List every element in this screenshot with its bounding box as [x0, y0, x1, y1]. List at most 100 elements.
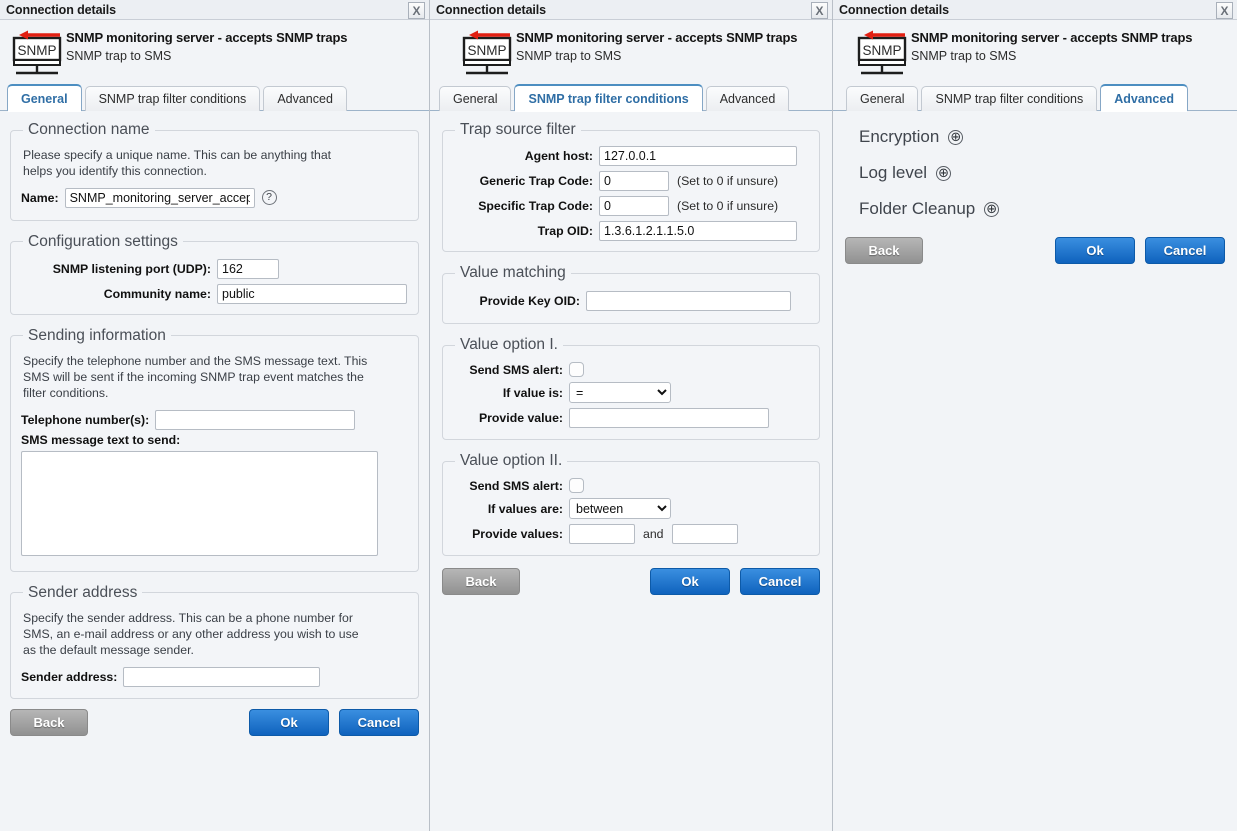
specific-trap-code-note: (Set to 0 if unsure) — [677, 199, 778, 213]
sms-message-label: SMS message text to send: — [21, 433, 180, 447]
folder-cleanup-label: Folder Cleanup — [859, 199, 975, 219]
agent-host-label: Agent host: — [453, 149, 593, 163]
advanced-tab-body: Encryption ⊕ Log level ⊕ Folder Cleanup … — [833, 111, 1237, 219]
close-icon[interactable]: X — [811, 2, 828, 19]
tab-advanced[interactable]: Advanced — [706, 86, 790, 111]
back-button[interactable]: Back — [442, 568, 520, 595]
snmp-port-input[interactable] — [217, 259, 279, 279]
ok-button[interactable]: Ok — [650, 568, 730, 595]
community-name-input[interactable] — [217, 284, 407, 304]
value-option-1-group: Value option I. Send SMS alert: If value… — [442, 336, 820, 440]
telephone-number-label: Telephone number(s): — [21, 413, 149, 427]
ok-button[interactable]: Ok — [249, 709, 329, 736]
tab-snmp-trap-filter-conditions[interactable]: SNMP trap filter conditions — [921, 86, 1097, 111]
generic-trap-code-note: (Set to 0 if unsure) — [677, 174, 778, 188]
titlebar: Connection details X — [0, 0, 429, 20]
ok-button[interactable]: Ok — [1055, 237, 1135, 264]
expand-plus-icon[interactable]: ⊕ — [936, 166, 951, 181]
connection-details-dialog-advanced: Connection details X SNMP SNMP monitorin… — [833, 0, 1237, 831]
agent-host-input[interactable] — [599, 146, 797, 166]
cancel-button[interactable]: Cancel — [1145, 237, 1225, 264]
sender-address-legend: Sender address — [23, 584, 142, 602]
community-name-label: Community name: — [21, 287, 211, 301]
tab-general[interactable]: General — [7, 84, 82, 111]
connection-name-description: Please specify a unique name. This can b… — [23, 147, 358, 180]
advanced-section-log-level[interactable]: Log level ⊕ — [859, 163, 1225, 183]
dialog-header: SNMP SNMP monitoring server - accepts SN… — [430, 20, 832, 78]
tab-advanced[interactable]: Advanced — [1100, 84, 1188, 111]
value-matching-group: Value matching Provide Key OID: — [442, 264, 820, 324]
tab-bar: General SNMP trap filter conditions Adva… — [430, 84, 832, 111]
cancel-button[interactable]: Cancel — [339, 709, 419, 736]
help-icon[interactable]: ? — [262, 190, 277, 205]
connection-details-dialog-general: Connection details X SNMP SNMP monitorin… — [0, 0, 430, 831]
tab-snmp-trap-filter-conditions[interactable]: SNMP trap filter conditions — [514, 84, 702, 111]
option2-condition-select[interactable]: between — [569, 498, 671, 519]
sender-address-label: Sender address: — [21, 670, 117, 684]
sending-information-description: Specify the telephone number and the SMS… — [23, 353, 371, 402]
connection-name-group: Connection name Please specify a unique … — [10, 121, 419, 221]
header-subtitle: SNMP trap to SMS — [516, 49, 797, 63]
svg-text:SNMP: SNMP — [862, 43, 901, 58]
general-tab-body: Connection name Please specify a unique … — [0, 111, 429, 699]
tab-general[interactable]: General — [439, 86, 511, 111]
generic-trap-code-input[interactable] — [599, 171, 669, 191]
filter-tab-body: Trap source filter Agent host: Generic T… — [430, 111, 832, 556]
name-input[interactable] — [65, 188, 255, 208]
svg-text:SNMP: SNMP — [17, 43, 56, 58]
snmp-port-label: SNMP listening port (UDP): — [21, 262, 211, 276]
option1-send-sms-label: Send SMS alert: — [453, 363, 563, 377]
sending-information-legend: Sending information — [23, 327, 171, 345]
advanced-section-encryption[interactable]: Encryption ⊕ — [859, 127, 1225, 147]
trap-source-filter-legend: Trap source filter — [455, 121, 581, 139]
header-title: SNMP monitoring server - accepts SNMP tr… — [516, 30, 797, 45]
option1-provide-value-label: Provide value: — [453, 411, 563, 425]
dialog-header: SNMP SNMP monitoring server - accepts SN… — [0, 20, 429, 78]
option1-condition-select[interactable]: = — [569, 382, 671, 403]
telephone-number-input[interactable] — [155, 410, 355, 430]
window-title: Connection details — [436, 3, 546, 17]
cancel-button[interactable]: Cancel — [740, 568, 820, 595]
trap-oid-input[interactable] — [599, 221, 797, 241]
dialog-header: SNMP SNMP monitoring server - accepts SN… — [833, 20, 1237, 78]
tab-advanced[interactable]: Advanced — [263, 86, 347, 111]
back-button[interactable]: Back — [10, 709, 88, 736]
back-button[interactable]: Back — [845, 237, 923, 264]
option2-value-b-input[interactable] — [672, 524, 738, 544]
connection-name-legend: Connection name — [23, 121, 155, 139]
provide-key-oid-input[interactable] — [586, 291, 791, 311]
titlebar: Connection details X — [430, 0, 832, 20]
specific-trap-code-input[interactable] — [599, 196, 669, 216]
option2-condition-label: If values are: — [453, 502, 563, 516]
tab-snmp-trap-filter-conditions[interactable]: SNMP trap filter conditions — [85, 86, 261, 111]
expand-plus-icon[interactable]: ⊕ — [948, 130, 963, 145]
expand-plus-icon[interactable]: ⊕ — [984, 202, 999, 217]
option1-provide-value-input[interactable] — [569, 408, 769, 428]
provide-key-oid-label: Provide Key OID: — [453, 294, 580, 308]
log-level-label: Log level — [859, 163, 927, 183]
filter-button-row: Back Ok Cancel — [430, 556, 832, 595]
tab-bar: General SNMP trap filter conditions Adva… — [833, 84, 1237, 111]
option2-provide-values-label: Provide values: — [453, 527, 563, 541]
option2-value-a-input[interactable] — [569, 524, 635, 544]
svg-text:SNMP: SNMP — [467, 43, 506, 58]
sms-message-textarea[interactable] — [21, 451, 378, 556]
close-icon[interactable]: X — [408, 2, 425, 19]
trap-source-filter-group: Trap source filter Agent host: Generic T… — [442, 121, 820, 252]
tab-general[interactable]: General — [846, 86, 918, 111]
snmp-server-icon: SNMP — [458, 26, 516, 78]
option1-send-sms-checkbox[interactable] — [569, 362, 584, 377]
option1-condition-label: If value is: — [453, 386, 563, 400]
option2-send-sms-checkbox[interactable] — [569, 478, 584, 493]
header-subtitle: SNMP trap to SMS — [911, 49, 1192, 63]
general-button-row: Back Ok Cancel — [0, 709, 429, 736]
titlebar: Connection details X — [833, 0, 1237, 20]
header-title: SNMP monitoring server - accepts SNMP tr… — [66, 30, 347, 45]
close-icon[interactable]: X — [1216, 2, 1233, 19]
configuration-settings-legend: Configuration settings — [23, 233, 183, 251]
header-text: SNMP monitoring server - accepts SNMP tr… — [66, 26, 347, 78]
trap-oid-label: Trap OID: — [453, 224, 593, 238]
advanced-section-folder-cleanup[interactable]: Folder Cleanup ⊕ — [859, 199, 1225, 219]
sender-address-input[interactable] — [123, 667, 320, 687]
sender-address-description: Specify the sender address. This can be … — [23, 610, 373, 659]
